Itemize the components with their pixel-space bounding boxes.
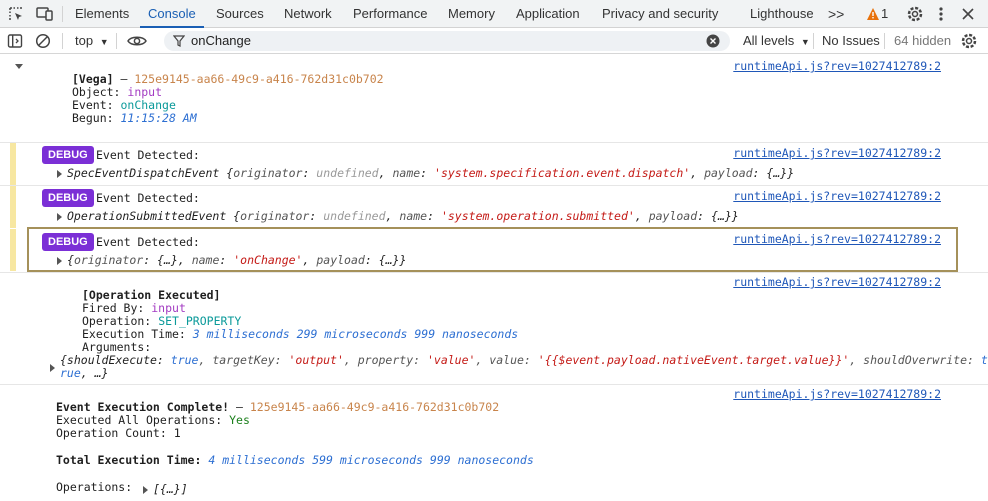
operation-fired-by: Fired By: input — [82, 301, 186, 315]
expand-object-icon[interactable] — [50, 364, 55, 372]
debug-message-text: Event Detected: — [96, 235, 200, 249]
vega-header: [Vega] – 125e9145-aa66-49c9-a416-762d31c… — [72, 72, 384, 86]
devtools-tab-bar: Elements Console Sources Network Perform… — [0, 0, 988, 28]
console-toolbar: top ▼ onChange All levels ▼ No Issues 64… — [0, 28, 988, 54]
close-icon[interactable] — [961, 7, 975, 21]
source-link[interactable]: runtimeApi.js?rev=1027412789:2 — [733, 387, 941, 401]
object-preview[interactable]: {originator: {…}, name: 'onChange', payl… — [67, 253, 406, 267]
log-levels-dropdown[interactable]: All levels ▼ — [743, 28, 810, 54]
tab-memory[interactable]: Memory — [448, 0, 495, 28]
log-levels-label: All levels — [743, 33, 795, 48]
issues-button[interactable]: No Issues — [822, 28, 880, 54]
debug-message-text: Event Detected: — [96, 191, 200, 205]
expand-object-icon[interactable] — [143, 486, 148, 494]
arguments-object-preview-wrap[interactable]: rue, …} — [60, 366, 108, 380]
warning-count[interactable]: 1 — [881, 0, 888, 28]
tab-privacy-and-security[interactable]: Privacy and security — [602, 0, 718, 28]
tab-performance[interactable]: Performance — [353, 0, 427, 28]
console-settings-gear-icon[interactable] — [960, 32, 978, 50]
tab-application[interactable]: Application — [516, 0, 580, 28]
debug-message-text: Event Detected: — [96, 148, 200, 162]
object-preview[interactable]: SpecEventDispatchEvent {originator: unde… — [67, 166, 794, 180]
expand-object-icon[interactable] — [57, 257, 62, 265]
filter-value: onChange — [191, 33, 251, 48]
source-link[interactable]: runtimeApi.js?rev=1027412789:2 — [733, 232, 941, 246]
source-link[interactable]: runtimeApi.js?rev=1027412789:2 — [733, 146, 941, 160]
source-link[interactable]: runtimeApi.js?rev=1027412789:2 — [733, 275, 941, 289]
tab-network[interactable]: Network — [284, 0, 332, 28]
filter-input[interactable]: onChange — [164, 31, 730, 51]
debug-badge: DEBUG — [42, 189, 94, 207]
sidebar-toggle-icon[interactable] — [7, 33, 23, 49]
vega-event: Event: onChange — [72, 98, 176, 112]
complete-operations-label: Operations: — [56, 480, 133, 494]
expand-object-icon[interactable] — [57, 170, 62, 178]
vega-object: Object: input — [72, 85, 163, 99]
vega-begun: Begun: 11:15:28 AM — [72, 111, 197, 125]
more-tabs-button[interactable]: >> — [828, 0, 844, 28]
live-expression-eye-icon[interactable] — [127, 34, 147, 48]
source-link[interactable]: runtimeApi.js?rev=1027412789:2 — [733, 189, 941, 203]
clear-filter-icon[interactable] — [706, 34, 720, 48]
complete-operation-count: Operation Count: 1 — [56, 426, 181, 440]
collapse-group-icon[interactable] — [15, 64, 23, 69]
tab-sources[interactable]: Sources — [216, 0, 264, 28]
chevron-down-icon: ▼ — [800, 37, 810, 47]
complete-all-operations: Executed All Operations: Yes — [56, 413, 250, 427]
tab-lighthouse[interactable]: Lighthouse — [750, 0, 814, 28]
warning-icon[interactable] — [866, 7, 880, 21]
clear-console-icon[interactable] — [35, 33, 51, 49]
operation-title: [Operation Executed] — [82, 288, 221, 302]
tab-console[interactable]: Console — [140, 0, 204, 28]
settings-gear-icon[interactable] — [906, 5, 924, 23]
object-preview[interactable]: OperationSubmittedEvent {originator: und… — [67, 209, 739, 223]
context-selector[interactable]: top ▼ — [75, 28, 109, 54]
hidden-count: 64 hidden — [894, 33, 952, 48]
operation-arguments-label: Arguments: — [82, 340, 152, 354]
operation-name: Operation: SET_PROPERTY — [82, 314, 242, 328]
filter-funnel-icon — [172, 34, 186, 48]
inspect-element-icon[interactable] — [8, 6, 24, 22]
source-link[interactable]: runtimeApi.js?rev=1027412789:2 — [733, 59, 941, 73]
expand-object-icon[interactable] — [57, 213, 62, 221]
more-options-icon[interactable] — [936, 6, 946, 22]
operation-execution-time: Execution Time: 3 milliseconds 299 micro… — [82, 327, 519, 341]
operations-array-preview[interactable]: [{…}] — [153, 482, 188, 496]
context-selector-label: top — [75, 33, 94, 48]
debug-badge: DEBUG — [42, 233, 94, 251]
chevron-down-icon: ▼ — [99, 37, 109, 47]
device-toolbar-icon[interactable] — [36, 6, 54, 22]
arguments-object-preview[interactable]: {shouldExecute: true, targetKey: 'output… — [60, 353, 988, 367]
tab-elements[interactable]: Elements — [75, 0, 129, 28]
complete-header: Event Execution Complete! – 125e9145-aa6… — [56, 400, 500, 414]
debug-badge: DEBUG — [42, 146, 94, 164]
complete-total-time: Total Execution Time: 4 milliseconds 599… — [56, 453, 534, 467]
